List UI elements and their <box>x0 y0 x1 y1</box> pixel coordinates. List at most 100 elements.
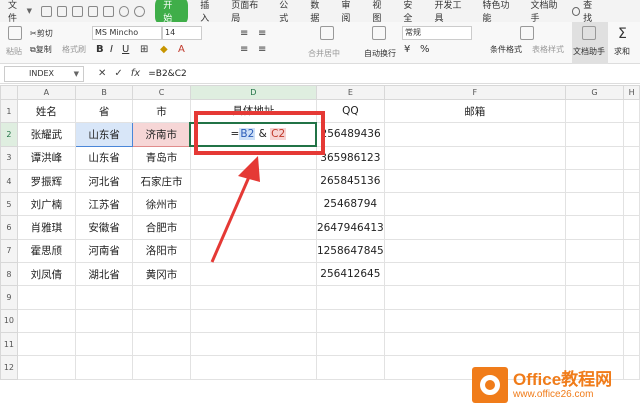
sum-icon[interactable]: Σ <box>618 26 627 42</box>
cell-b4[interactable]: 河北省 <box>74 168 134 194</box>
cell-a9[interactable] <box>16 285 77 310</box>
cell-g11[interactable] <box>564 331 625 357</box>
cell-c5[interactable]: 徐州市 <box>132 192 191 217</box>
cell-h1[interactable] <box>623 98 640 124</box>
font-color-icon[interactable]: A <box>178 44 185 55</box>
cell-e8[interactable]: 256412645 <box>315 262 385 287</box>
cell-c1[interactable]: 市 <box>132 98 191 124</box>
cell-a7[interactable]: 霍思颀 <box>16 238 77 264</box>
cell-c2[interactable]: 济南市 <box>132 122 191 147</box>
cell-b12[interactable] <box>74 355 134 380</box>
cell-c9[interactable] <box>132 285 191 310</box>
cell-d9[interactable] <box>189 285 317 310</box>
insert-function-icon[interactable]: fx <box>131 68 140 79</box>
cell-d12[interactable] <box>189 355 317 380</box>
align-middle-icon[interactable]: ≡ <box>258 28 266 39</box>
cell-e7[interactable]: 1258647845 <box>315 238 385 264</box>
row-header-4[interactable]: 4 <box>0 168 18 194</box>
cell-c11[interactable] <box>132 331 191 357</box>
row-header-3[interactable]: 3 <box>0 145 18 170</box>
row-header-2[interactable]: 2 <box>0 122 18 147</box>
cell-c8[interactable]: 黄冈市 <box>132 262 191 287</box>
cell-g4[interactable] <box>564 168 625 194</box>
cell-g6[interactable] <box>564 215 625 240</box>
cell-b3[interactable]: 山东省 <box>74 145 134 170</box>
cell-c12[interactable] <box>132 355 191 380</box>
table-style-icon[interactable] <box>520 26 534 40</box>
cell-a11[interactable] <box>16 331 77 357</box>
align-left-icon[interactable]: ≡ <box>240 44 248 55</box>
fill-color-icon[interactable]: ◆ <box>160 44 168 55</box>
cell-a6[interactable]: 肖雅琪 <box>16 215 77 240</box>
cell-g2[interactable] <box>564 122 625 147</box>
cell-h4[interactable] <box>623 168 640 194</box>
border-icon[interactable]: ⊞ <box>140 44 148 55</box>
cell-f6[interactable] <box>383 215 566 240</box>
bold-button[interactable]: B <box>96 44 104 55</box>
sum-button[interactable]: 求和 <box>614 46 630 57</box>
cell-a10[interactable] <box>16 308 77 333</box>
cell-a1[interactable]: 姓名 <box>16 98 77 124</box>
cell-f10[interactable] <box>383 308 566 333</box>
italic-button[interactable]: I <box>110 44 113 55</box>
cell-e5[interactable]: 25468794 <box>315 192 385 217</box>
wrap-text-button[interactable]: 自动换行 <box>364 48 396 59</box>
row-header-8[interactable]: 8 <box>0 262 18 287</box>
currency-icon[interactable]: ¥ <box>404 44 410 55</box>
undo-icon[interactable] <box>118 5 130 17</box>
cell-f4[interactable] <box>383 168 566 194</box>
paste-button[interactable]: 粘贴 <box>6 46 22 57</box>
cell-h6[interactable] <box>623 215 640 240</box>
cell-a3[interactable]: 谭洪峰 <box>16 145 77 170</box>
name-box[interactable]: INDEX ▼ <box>4 65 84 82</box>
row-header-11[interactable]: 11 <box>0 331 18 357</box>
cell-f3[interactable] <box>383 145 566 170</box>
cell-a4[interactable]: 罗振辉 <box>16 168 77 194</box>
cell-f8[interactable] <box>383 262 566 287</box>
column-header-b[interactable]: B <box>74 85 134 100</box>
align-top-icon[interactable]: ≡ <box>240 28 248 39</box>
row-header-7[interactable]: 7 <box>0 238 18 264</box>
doc-helper-panel[interactable]: 文档助手 <box>572 22 608 64</box>
cell-g1[interactable] <box>564 98 625 124</box>
cell-b7[interactable]: 河南省 <box>74 238 134 264</box>
cell-e3[interactable]: 365986123 <box>315 145 385 170</box>
cell-g10[interactable] <box>564 308 625 333</box>
cell-b11[interactable] <box>74 331 134 357</box>
select-all-corner[interactable] <box>0 85 18 100</box>
paste-icon[interactable] <box>8 26 22 40</box>
cell-e9[interactable] <box>315 285 385 310</box>
conditional-format-button[interactable]: 条件格式 <box>490 44 522 55</box>
chevron-down-icon[interactable]: ▼ <box>74 67 79 81</box>
number-format-select[interactable]: 常规 <box>402 26 472 40</box>
row-header-6[interactable]: 6 <box>0 215 18 240</box>
cell-b5[interactable]: 江苏省 <box>74 192 134 217</box>
cell-e4[interactable]: 265845136 <box>315 168 385 194</box>
cell-d11[interactable] <box>189 331 317 357</box>
cell-g9[interactable] <box>564 285 625 310</box>
copy-button[interactable]: ⧉ 复制 <box>30 44 52 55</box>
new-file-icon[interactable] <box>41 5 52 17</box>
align-center-icon[interactable]: ≡ <box>258 44 266 55</box>
row-header-9[interactable]: 9 <box>0 285 18 310</box>
cell-h9[interactable] <box>623 285 640 310</box>
cell-c4[interactable]: 石家庄市 <box>132 168 191 194</box>
cell-a2[interactable]: 张耀武 <box>16 122 77 147</box>
cell-f7[interactable] <box>383 238 566 264</box>
column-header-g[interactable]: G <box>564 85 625 100</box>
cell-c6[interactable]: 合肥市 <box>132 215 191 240</box>
row-header-5[interactable]: 5 <box>0 192 18 217</box>
cell-g7[interactable] <box>564 238 625 264</box>
save-icon[interactable] <box>72 5 83 17</box>
cell-e2[interactable]: 256489436 <box>315 122 385 147</box>
column-header-d[interactable]: D <box>189 85 317 100</box>
wrap-text-icon[interactable] <box>372 26 386 40</box>
cell-h8[interactable] <box>623 262 640 287</box>
formula-input[interactable]: =B2&C2 <box>148 69 186 79</box>
cell-f5[interactable] <box>383 192 566 217</box>
cell-c10[interactable] <box>132 308 191 333</box>
cell-e12[interactable] <box>315 355 385 380</box>
cell-c7[interactable]: 洛阳市 <box>132 238 191 264</box>
cell-e10[interactable] <box>315 308 385 333</box>
cell-f9[interactable] <box>383 285 566 310</box>
